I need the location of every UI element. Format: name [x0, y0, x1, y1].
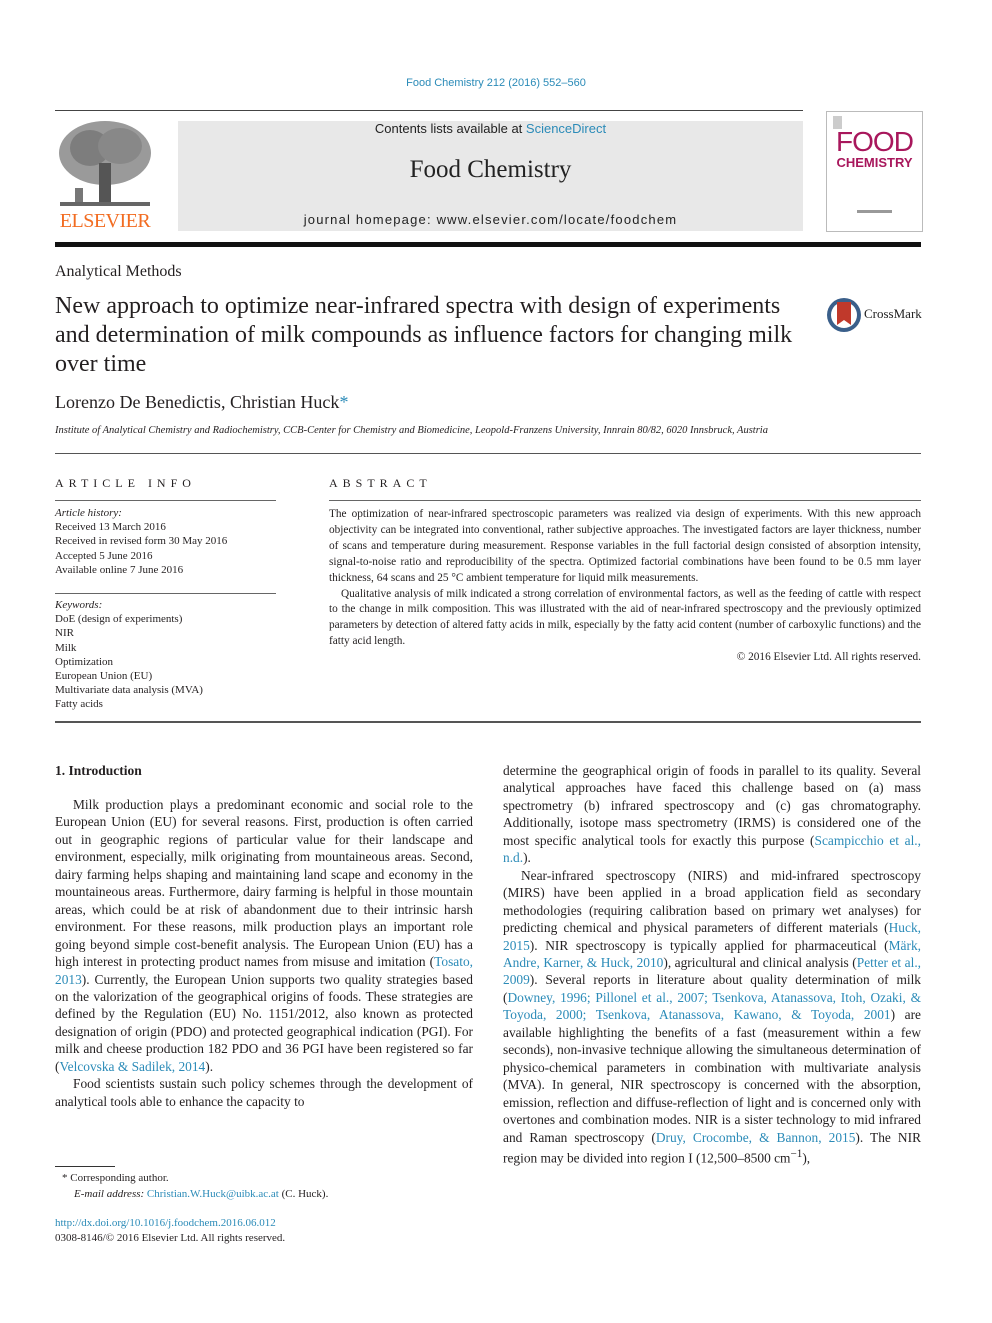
history-item: Available online 7 June 2016 — [55, 563, 184, 576]
keyword-item: Milk — [55, 641, 77, 654]
text-run: ), agricultural and clinical analysis ( — [663, 954, 857, 970]
citation-link[interactable]: Druy, Crocombe, & Bannon, 2015 — [656, 1130, 856, 1145]
cover-footer-mark — [857, 210, 892, 213]
footnote-star: * — [62, 1172, 68, 1184]
journal-cover-thumbnail[interactable]: FOOD CHEMISTRY — [826, 111, 923, 232]
contents-line: Contents lists available at ScienceDirec… — [178, 121, 803, 136]
cover-title-food: FOOD — [836, 126, 914, 157]
header-thick-rule — [55, 242, 921, 247]
divider — [329, 500, 921, 501]
text-run: ). — [523, 850, 531, 866]
text-run: ). — [205, 1058, 214, 1074]
body-paragraph: Food scientists sustain such policy sche… — [55, 1076, 473, 1109]
divider — [55, 593, 276, 594]
divider — [55, 500, 276, 501]
abstract-paragraph: Qualitative analysis of milk indicated a… — [329, 587, 921, 648]
elsevier-logo[interactable]: ELSEVIER — [55, 118, 155, 233]
body-paragraph: Milk production plays a predominant econ… — [55, 796, 473, 1075]
text-run: ). NIR spectroscopy is typically applied… — [529, 937, 889, 953]
history-item: Received 13 March 2016 — [55, 521, 166, 534]
text-run: Milk production plays a predominant econ… — [55, 797, 473, 970]
footnote-rule — [55, 1166, 115, 1167]
keywords-list: Keywords: DoE (design of experiments) NI… — [55, 598, 203, 712]
body-paragraph: Near-infrared spectroscopy (NIRS) and mi… — [503, 867, 921, 1167]
article-info-heading: ARTICLE INFO — [55, 476, 196, 490]
abstract-copyright: © 2016 Elsevier Ltd. All rights reserved… — [736, 651, 921, 664]
doi-block: http://dx.doi.org/10.1016/j.foodchem.201… — [55, 1216, 285, 1246]
text-run: Near-infrared spectroscopy (NIRS) and mi… — [503, 867, 921, 936]
journal-homepage-link[interactable]: journal homepage: www.elsevier.com/locat… — [178, 212, 803, 227]
keyword-item: Fatty acids — [55, 698, 103, 711]
keyword-item: DoE (design of experiments) — [55, 613, 183, 626]
body-column-left: Milk production plays a predominant econ… — [55, 796, 473, 1110]
superscript: −1 — [790, 1147, 803, 1160]
corresponding-author-note: Corresponding author. — [70, 1172, 169, 1184]
sciencedirect-link[interactable]: ScienceDirect — [526, 121, 606, 136]
article-section-label: Analytical Methods — [55, 263, 182, 280]
keywords-label: Keywords: — [55, 599, 103, 611]
author-list: Lorenzo De Benedictis, Christian Huck* — [55, 392, 348, 413]
keyword-item: NIR — [55, 627, 74, 640]
affiliation: Institute of Analytical Chemistry and Ra… — [55, 425, 768, 436]
issn-copyright: 0308-8146/© 2016 Elsevier Ltd. All right… — [55, 1232, 286, 1244]
doi-link[interactable]: http://dx.doi.org/10.1016/j.foodchem.201… — [55, 1217, 276, 1229]
email-link[interactable]: Christian.W.Huck@uibk.ac.at — [147, 1188, 279, 1200]
email-label: E-mail address: — [74, 1188, 145, 1200]
keyword-item: European Union (EU) — [55, 670, 153, 683]
text-run: ) are available highlighting the benefit… — [503, 1007, 922, 1145]
tree-icon — [55, 118, 155, 210]
corresponding-author-mark[interactable]: * — [339, 392, 348, 412]
article-title: New approach to optimize near-infrared s… — [55, 293, 793, 377]
crossmark-label: CrossMark — [864, 306, 922, 321]
crossmark-button[interactable]: CrossMark — [826, 297, 926, 333]
journal-title: Food Chemistry — [409, 156, 572, 183]
email-suffix: (C. Huck). — [278, 1188, 329, 1200]
author-names: Lorenzo De Benedictis, Christian Huck — [55, 392, 340, 412]
article-history: Article history: Received 13 March 2016 … — [55, 506, 227, 577]
citation-link[interactable]: Velcovska & Sadilek, 2014 — [59, 1059, 205, 1074]
divider — [55, 721, 921, 723]
abstract-heading: ABSTRACT — [329, 476, 432, 490]
cover-title-chemistry: CHEMISTRY — [836, 155, 913, 170]
footnote: * Corresponding author. E-mail address: … — [62, 1170, 328, 1202]
text-run: ), — [802, 1150, 811, 1166]
elsevier-wordmark: ELSEVIER — [59, 210, 151, 232]
history-item: Accepted 5 June 2016 — [55, 549, 153, 562]
history-item: Received in revised form 30 May 2016 — [55, 535, 228, 548]
history-label: Article history: — [55, 507, 122, 519]
body-paragraph: determine the geographical origin of foo… — [503, 762, 921, 867]
divider — [55, 453, 921, 454]
header-rule — [55, 110, 803, 111]
journal-reference-link[interactable]: Food Chemistry 212 (2016) 552–560 — [0, 77, 992, 89]
keyword-item: Multivariate data analysis (MVA) — [55, 684, 203, 697]
abstract-body: The optimization of near-infrared spectr… — [329, 507, 921, 666]
body-column-right: determine the geographical origin of foo… — [503, 762, 921, 1167]
abstract-paragraph: The optimization of near-infrared spectr… — [329, 508, 921, 584]
contents-prefix: Contents lists available at — [374, 121, 526, 136]
citation-link[interactable]: Downey, 1996; Pillonel et al., 2007; Tse… — [503, 990, 921, 1022]
crossmark-icon — [827, 298, 861, 332]
section-heading-introduction: 1. Introduction — [55, 763, 142, 778]
keyword-item: Optimization — [55, 655, 114, 668]
